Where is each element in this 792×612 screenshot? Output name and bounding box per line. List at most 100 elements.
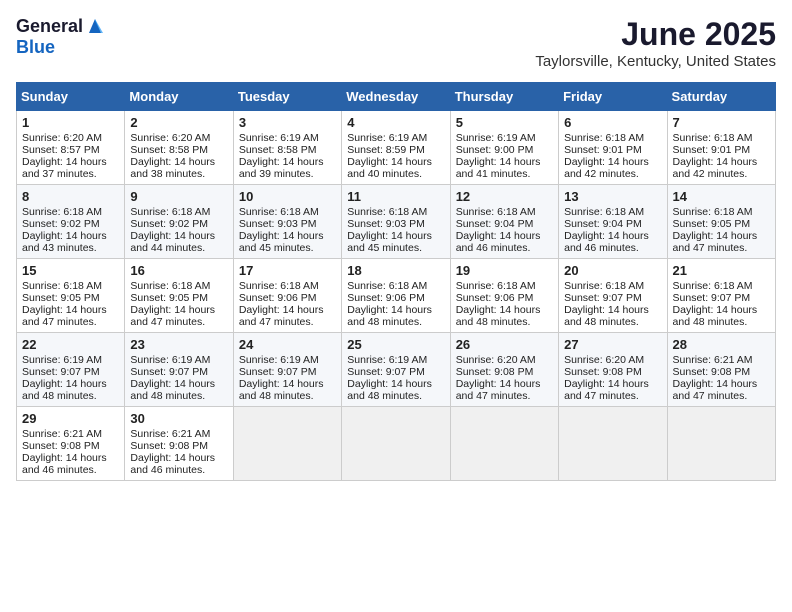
day-number: 11 <box>347 189 444 204</box>
day-number: 26 <box>456 337 553 352</box>
sunset-text: Sunset: 9:07 PM <box>564 292 661 304</box>
daylight-text: Daylight: 14 hours and 45 minutes. <box>239 230 336 254</box>
sunset-text: Sunset: 9:04 PM <box>456 218 553 230</box>
calendar-day-cell: 15Sunrise: 6:18 AMSunset: 9:05 PMDayligh… <box>17 259 125 333</box>
day-of-week-header: Monday <box>125 83 233 111</box>
calendar-week-row: 1Sunrise: 6:20 AMSunset: 8:57 PMDaylight… <box>17 111 776 185</box>
sunset-text: Sunset: 9:08 PM <box>456 366 553 378</box>
logo-general-text: General <box>16 16 83 37</box>
location-title: Taylorsville, Kentucky, United States <box>535 53 776 70</box>
sunset-text: Sunset: 9:06 PM <box>239 292 336 304</box>
sunrise-text: Sunrise: 6:18 AM <box>673 206 770 218</box>
calendar-title-section: June 2025 Taylorsville, Kentucky, United… <box>535 16 776 70</box>
daylight-text: Daylight: 14 hours and 47 minutes. <box>564 378 661 402</box>
sunset-text: Sunset: 9:07 PM <box>239 366 336 378</box>
calendar-day-cell: 23Sunrise: 6:19 AMSunset: 9:07 PMDayligh… <box>125 333 233 407</box>
day-number: 1 <box>22 115 119 130</box>
calendar-day-cell <box>667 407 775 481</box>
daylight-text: Daylight: 14 hours and 48 minutes. <box>347 304 444 328</box>
daylight-text: Daylight: 14 hours and 47 minutes. <box>239 304 336 328</box>
sunset-text: Sunset: 8:57 PM <box>22 144 119 156</box>
sunset-text: Sunset: 9:00 PM <box>456 144 553 156</box>
day-number: 19 <box>456 263 553 278</box>
calendar-day-cell: 9Sunrise: 6:18 AMSunset: 9:02 PMDaylight… <box>125 185 233 259</box>
calendar-day-cell: 26 Sunrise: 6:20 AMSunset: 9:08 PMDayligh… <box>450 333 558 407</box>
day-number: 9 <box>130 189 227 204</box>
calendar-week-row: 15Sunrise: 6:18 AMSunset: 9:05 PMDayligh… <box>17 259 776 333</box>
sunrise-text: Sunrise: 6:20 AM <box>22 132 119 144</box>
sunrise-text: Sunrise: 6:18 AM <box>130 280 227 292</box>
sunset-text: Sunset: 9:02 PM <box>22 218 119 230</box>
day-number: 12 <box>456 189 553 204</box>
sunset-text: Sunset: 9:02 PM <box>130 218 227 230</box>
day-of-week-header: Thursday <box>450 83 558 111</box>
day-number: 2 <box>130 115 227 130</box>
daylight-text: Daylight: 14 hours and 42 minutes. <box>673 156 770 180</box>
sunrise-text: Sunrise: 6:19 AM <box>239 132 336 144</box>
calendar-day-cell: 8 Sunrise: 6:18 AMSunset: 9:02 PMDaylight… <box>17 185 125 259</box>
sunset-text: Sunset: 9:08 PM <box>130 440 227 452</box>
sunrise-text: Sunrise: 6:18 AM <box>673 280 770 292</box>
day-number: 16 <box>130 263 227 278</box>
day-number: 8 <box>22 189 119 204</box>
day-of-week-header: Tuesday <box>233 83 341 111</box>
day-number: 23 <box>130 337 227 352</box>
day-number: 27 <box>564 337 661 352</box>
day-number: 3 <box>239 115 336 130</box>
sunrise-text: Sunrise: 6:18 AM <box>673 132 770 144</box>
day-number: 25 <box>347 337 444 352</box>
daylight-text: Daylight: 14 hours and 48 minutes. <box>347 378 444 402</box>
calendar-header-row: SundayMondayTuesdayWednesdayThursdayFrid… <box>17 83 776 111</box>
calendar-day-cell: 29Sunrise: 6:21 AMSunset: 9:08 PMDayligh… <box>17 407 125 481</box>
sunset-text: Sunset: 9:07 PM <box>673 292 770 304</box>
sunrise-text: Sunrise: 6:19 AM <box>347 132 444 144</box>
sunset-text: Sunset: 9:08 PM <box>564 366 661 378</box>
sunrise-text: Sunrise: 6:20 AM <box>130 132 227 144</box>
sunset-text: Sunset: 9:03 PM <box>239 218 336 230</box>
calendar-day-cell <box>233 407 341 481</box>
day-number: 29 <box>22 411 119 426</box>
calendar-day-cell: 7Sunrise: 6:18 AMSunset: 9:01 PMDaylight… <box>667 111 775 185</box>
calendar-day-cell: 20Sunrise: 6:18 AMSunset: 9:07 PMDayligh… <box>559 259 667 333</box>
day-number: 18 <box>347 263 444 278</box>
calendar-day-cell: 12Sunrise: 6:18 AMSunset: 9:04 PMDayligh… <box>450 185 558 259</box>
sunrise-text: Sunrise: 6:20 AM <box>456 354 553 366</box>
sunrise-text: Sunrise: 6:18 AM <box>22 206 119 218</box>
sunset-text: Sunset: 8:58 PM <box>239 144 336 156</box>
calendar-day-cell: 25Sunrise: 6:19 AMSunset: 9:07 PMDayligh… <box>342 333 450 407</box>
sunset-text: Sunset: 9:01 PM <box>673 144 770 156</box>
daylight-text: Daylight: 14 hours and 47 minutes. <box>456 378 553 402</box>
day-number: 17 <box>239 263 336 278</box>
sunrise-text: Sunrise: 6:19 AM <box>130 354 227 366</box>
calendar-week-row: 8Sunrise: 6:18 AMSunset: 9:02 PMDaylight… <box>17 185 776 259</box>
daylight-text: Daylight: 14 hours and 44 minutes. <box>130 230 227 254</box>
calendar-day-cell: 27Sunrise: 6:20 AMSunset: 9:08 PMDayligh… <box>559 333 667 407</box>
sunrise-text: Sunrise: 6:21 AM <box>130 428 227 440</box>
daylight-text: Daylight: 14 hours and 48 minutes. <box>22 378 119 402</box>
sunrise-text: Sunrise: 6:21 AM <box>673 354 770 366</box>
sunset-text: Sunset: 9:07 PM <box>130 366 227 378</box>
day-of-week-header: Saturday <box>667 83 775 111</box>
calendar-day-cell <box>559 407 667 481</box>
daylight-text: Daylight: 14 hours and 46 minutes. <box>564 230 661 254</box>
calendar-day-cell: 1 Sunrise: 6:20 AMSunset: 8:57 PMDaylight… <box>17 111 125 185</box>
daylight-text: Daylight: 14 hours and 46 minutes. <box>22 452 119 476</box>
daylight-text: Daylight: 14 hours and 37 minutes. <box>22 156 119 180</box>
calendar-day-cell: 2Sunrise: 6:20 AMSunset: 8:58 PMDaylight… <box>125 111 233 185</box>
sunrise-text: Sunrise: 6:18 AM <box>239 280 336 292</box>
sunset-text: Sunset: 9:08 PM <box>673 366 770 378</box>
day-of-week-header: Sunday <box>17 83 125 111</box>
sunset-text: Sunset: 9:03 PM <box>347 218 444 230</box>
calendar-day-cell: 13Sunrise: 6:18 AMSunset: 9:04 PMDayligh… <box>559 185 667 259</box>
logo-icon <box>85 15 105 35</box>
calendar-day-cell: 14Sunrise: 6:18 AMSunset: 9:05 PMDayligh… <box>667 185 775 259</box>
day-number: 21 <box>673 263 770 278</box>
sunrise-text: Sunrise: 6:19 AM <box>456 132 553 144</box>
sunset-text: Sunset: 8:59 PM <box>347 144 444 156</box>
day-number: 15 <box>22 263 119 278</box>
sunrise-text: Sunrise: 6:18 AM <box>239 206 336 218</box>
day-of-week-header: Wednesday <box>342 83 450 111</box>
day-number: 13 <box>564 189 661 204</box>
calendar-day-cell: 18Sunrise: 6:18 AMSunset: 9:06 PMDayligh… <box>342 259 450 333</box>
daylight-text: Daylight: 14 hours and 43 minutes. <box>22 230 119 254</box>
